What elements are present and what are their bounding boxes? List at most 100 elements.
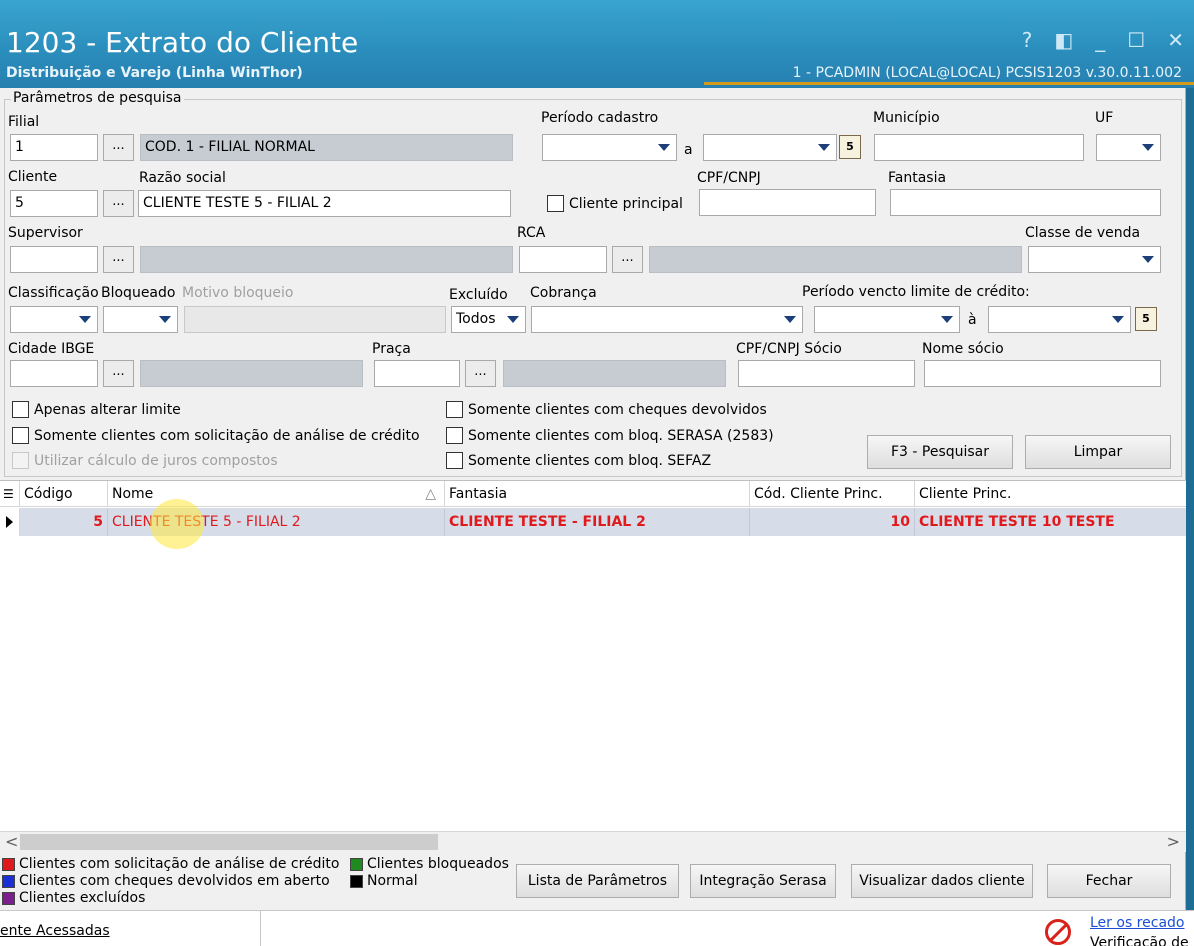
bloq-sefaz-checkbox[interactable]: Somente clientes com bloq. SEFAZ — [446, 452, 711, 469]
column-header-fantasia[interactable]: Fantasia — [445, 481, 750, 507]
chevron-down-icon[interactable] — [74, 309, 95, 330]
chevron-down-icon[interactable] — [1137, 137, 1158, 158]
periodo-vencto-start[interactable] — [814, 306, 960, 333]
periodo-cadastro-end[interactable] — [703, 134, 837, 161]
close-icon[interactable]: ✕ — [1167, 28, 1184, 52]
checkbox-box[interactable] — [12, 401, 29, 418]
classificacao-select[interactable] — [10, 306, 98, 333]
cheques-devolvidos-checkbox[interactable]: Somente clientes com cheques devolvidos — [446, 401, 767, 418]
solicitacao-analise-checkbox[interactable]: Somente clientes com solicitação de anál… — [12, 427, 420, 444]
legend-swatch — [2, 874, 15, 888]
cobranca-select[interactable] — [531, 306, 803, 333]
scrollbar-thumb[interactable] — [20, 834, 438, 850]
column-header-cod-cliente-princ[interactable]: Cód. Cliente Princ. — [750, 481, 915, 507]
praca-lookup-button[interactable]: ... — [465, 360, 496, 387]
cliente-principal-checkbox[interactable]: Cliente principal — [547, 195, 683, 212]
chevron-down-icon[interactable] — [154, 309, 175, 330]
filial-code-input[interactable]: 1 — [10, 134, 98, 161]
rca-code-input[interactable] — [519, 246, 607, 273]
lista-parametros-button[interactable]: Lista de Parâmetros — [516, 864, 679, 898]
municipio-label: Município — [873, 110, 940, 126]
checkbox-box[interactable] — [446, 427, 463, 444]
bloq-serasa-checkbox[interactable]: Somente clientes com bloq. SERASA (2583) — [446, 427, 774, 444]
horizontal-scrollbar[interactable]: < > — [0, 831, 1186, 852]
periodo-vencto-end[interactable] — [988, 306, 1131, 333]
integracao-serasa-button[interactable]: Integração Serasa — [690, 864, 836, 898]
column-header-codigo[interactable]: Código — [20, 481, 108, 507]
cliente-label: Cliente — [8, 169, 58, 185]
read-messages-link[interactable]: Ler os recado — [1090, 915, 1184, 931]
excluido-select[interactable]: Todos — [451, 306, 526, 333]
filial-lookup-button[interactable]: ... — [103, 134, 134, 161]
excluido-value: Todos — [456, 311, 496, 327]
periodo-vencto-sep: à — [968, 312, 977, 328]
cpf-cnpj-socio-input[interactable] — [738, 360, 915, 387]
chevron-down-icon[interactable] — [779, 309, 800, 330]
supervisor-code-input[interactable] — [10, 246, 98, 273]
rca-lookup-button[interactable]: ... — [612, 246, 643, 273]
maximize-icon[interactable]: ☐ — [1127, 28, 1145, 52]
column-header-nome-label: Nome — [112, 486, 154, 502]
calendar-icon[interactable]: 5 — [1135, 307, 1157, 331]
supervisor-lookup-button[interactable]: ... — [103, 246, 134, 273]
periodo-cadastro-start[interactable] — [542, 134, 677, 161]
minimize-icon[interactable]: _ — [1095, 28, 1105, 52]
nome-socio-input[interactable] — [924, 360, 1161, 387]
checkbox-box[interactable] — [446, 401, 463, 418]
row-indicator-icon — [0, 508, 20, 536]
cell-fantasia: CLIENTE TESTE - FILIAL 2 — [445, 508, 750, 536]
cidade-ibge-code-input[interactable] — [10, 360, 98, 387]
legend-swatch — [350, 874, 363, 888]
rca-description — [649, 246, 1022, 273]
legend-item-analise: Clientes com solicitação de análise de c… — [2, 856, 339, 872]
scroll-right-icon[interactable]: > — [1167, 832, 1180, 851]
municipio-input[interactable] — [874, 134, 1084, 161]
cpf-cnpj-label: CPF/CNPJ — [697, 170, 761, 186]
legend-label: Clientes com cheques devolvidos em abert… — [19, 873, 330, 889]
cidade-ibge-lookup-button[interactable]: ... — [103, 360, 134, 387]
chevron-down-icon[interactable] — [653, 137, 674, 158]
bottom-strip: ente Acessadas Ler os recado Verificação… — [0, 910, 1194, 946]
rca-label: RCA — [517, 225, 546, 241]
cpf-cnpj-socio-label: CPF/CNPJ Sócio — [736, 341, 842, 357]
praca-description — [503, 360, 726, 387]
calendar-icon[interactable]: 5 — [839, 135, 861, 159]
recent-access-link[interactable]: ente Acessadas — [0, 923, 110, 939]
cliente-code-input[interactable]: 5 — [10, 190, 98, 217]
praca-label: Praça — [372, 341, 411, 357]
pesquisar-button[interactable]: F3 - Pesquisar — [867, 435, 1013, 469]
visualizar-dados-cliente-button[interactable]: Visualizar dados cliente — [851, 864, 1033, 898]
chevron-down-icon[interactable] — [1107, 309, 1128, 330]
checkbox-box[interactable] — [12, 427, 29, 444]
chevron-down-icon[interactable] — [936, 309, 957, 330]
cursor-highlight — [150, 499, 204, 549]
column-chooser-icon[interactable]: ☰ — [0, 481, 20, 507]
cliente-lookup-button[interactable]: ... — [103, 190, 134, 217]
blocked-icon — [1045, 919, 1071, 945]
periodo-cadastro-sep: a — [684, 142, 693, 158]
fantasia-input[interactable] — [890, 189, 1161, 216]
fechar-button[interactable]: Fechar — [1047, 864, 1171, 898]
scroll-left-icon[interactable]: < — [5, 832, 18, 851]
razao-social-input[interactable]: CLIENTE TESTE 5 - FILIAL 2 — [138, 190, 511, 217]
praca-code-input[interactable] — [374, 360, 460, 387]
checkbox-box[interactable] — [547, 195, 564, 212]
cpf-cnpj-input[interactable] — [699, 189, 876, 216]
bloqueado-select[interactable] — [103, 306, 178, 333]
help-icon[interactable]: ? — [1022, 28, 1033, 52]
column-header-cliente-princ[interactable]: Cliente Princ. — [915, 481, 1186, 507]
chevron-down-icon[interactable] — [502, 309, 523, 330]
chevron-down-icon[interactable] — [813, 137, 834, 158]
supervisor-label: Supervisor — [8, 225, 83, 241]
column-header-nome[interactable]: Nome △ — [108, 481, 445, 507]
uf-label: UF — [1095, 110, 1114, 126]
results-grid[interactable]: ☰ Código Nome △ Fantasia Cód. Cliente Pr… — [0, 480, 1186, 852]
uf-select[interactable] — [1096, 134, 1161, 161]
restore-icon[interactable]: ◧ — [1054, 28, 1073, 52]
apenas-alterar-limite-checkbox[interactable]: Apenas alterar limite — [12, 401, 181, 418]
divider — [260, 911, 261, 946]
limpar-button[interactable]: Limpar — [1025, 435, 1171, 469]
chevron-down-icon[interactable] — [1137, 249, 1158, 270]
classe-venda-select[interactable] — [1028, 246, 1161, 273]
checkbox-box[interactable] — [446, 452, 463, 469]
